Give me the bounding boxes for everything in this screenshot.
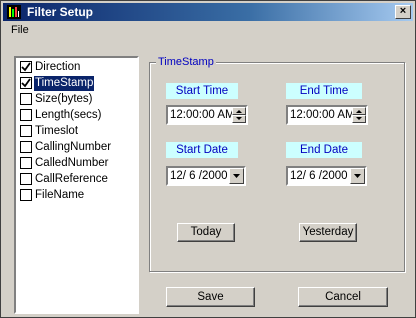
field-item-label: CalledNumber [35,157,109,169]
app-icon [7,5,21,19]
field-item-label: Timeslot [35,125,79,137]
field-item-label: CallingNumber [35,141,112,153]
end-date-picker[interactable]: 12/ 6 /2000 [286,166,367,186]
end-time-label: End Time [286,83,362,99]
chevron-down-icon[interactable] [350,168,365,184]
spin-down-icon[interactable] [352,115,366,123]
checkbox-unchecked[interactable] [20,125,32,137]
field-item-direction[interactable]: Direction [19,60,135,75]
field-item-label: FileName [35,189,85,201]
start-time-label: Start Time [166,83,238,99]
field-item-timestamp[interactable]: TimeStamp [19,75,135,92]
save-button[interactable]: Save [166,287,255,307]
checkbox-unchecked[interactable] [20,93,32,105]
field-list[interactable]: Direction TimeStamp Size(bytes) Length(s… [14,56,139,314]
field-item-called-number[interactable]: CalledNumber [19,156,135,171]
spin-up-icon[interactable] [232,107,246,115]
checkbox-unchecked[interactable] [20,157,32,169]
field-item-label: Size(bytes) [35,93,93,105]
cancel-button[interactable]: Cancel [298,287,388,307]
end-date-value: 12/ 6 /2000 [290,170,348,182]
filter-setup-window: Filter Setup × File Direction TimeStamp … [0,0,416,318]
field-item-call-reference[interactable]: CallReference [19,172,135,187]
field-item-label: Length(secs) [35,109,102,121]
field-item-label: CallReference [35,173,108,185]
checkbox-unchecked[interactable] [20,141,32,153]
checkbox-unchecked[interactable] [20,109,32,121]
close-button[interactable]: × [395,5,411,19]
spin-buttons[interactable] [352,107,366,123]
field-item-label: TimeStamp [32,75,96,92]
checkbox-checked[interactable] [20,77,32,89]
spin-up-icon[interactable] [352,107,366,115]
menu-bar: File [3,22,413,40]
close-icon: × [399,5,407,17]
checkbox-checked[interactable] [20,61,32,73]
start-date-label: Start Date [166,142,238,158]
field-item-size[interactable]: Size(bytes) [19,92,135,107]
spin-buttons[interactable] [232,107,246,123]
chevron-down-icon[interactable] [229,168,244,184]
field-item-filename[interactable]: FileName [19,188,135,203]
yesterday-button[interactable]: Yesterday [299,223,357,242]
start-time-value: 12:00:00 AM [170,109,235,121]
field-item-timeslot[interactable]: Timeslot [19,124,135,139]
field-item-label: Direction [35,61,81,73]
today-button[interactable]: Today [177,223,235,242]
start-date-value: 12/ 6 /2000 [170,170,228,182]
timestamp-group-title: TimeStamp [156,55,216,69]
menu-file[interactable]: File [11,24,29,36]
spin-down-icon[interactable] [232,115,246,123]
end-date-label: End Date [286,142,362,158]
start-date-picker[interactable]: 12/ 6 /2000 [166,166,246,186]
field-item-calling-number[interactable]: CallingNumber [19,140,135,155]
checkbox-unchecked[interactable] [20,173,32,185]
checkbox-unchecked[interactable] [20,189,32,201]
end-time-value: 12:00:00 AM [290,109,355,121]
end-time-spinner[interactable]: 12:00:00 AM [286,105,368,125]
field-item-length[interactable]: Length(secs) [19,108,135,123]
window-title: Filter Setup [27,5,94,19]
title-bar: Filter Setup × [3,3,413,21]
start-time-spinner[interactable]: 12:00:00 AM [166,105,248,125]
